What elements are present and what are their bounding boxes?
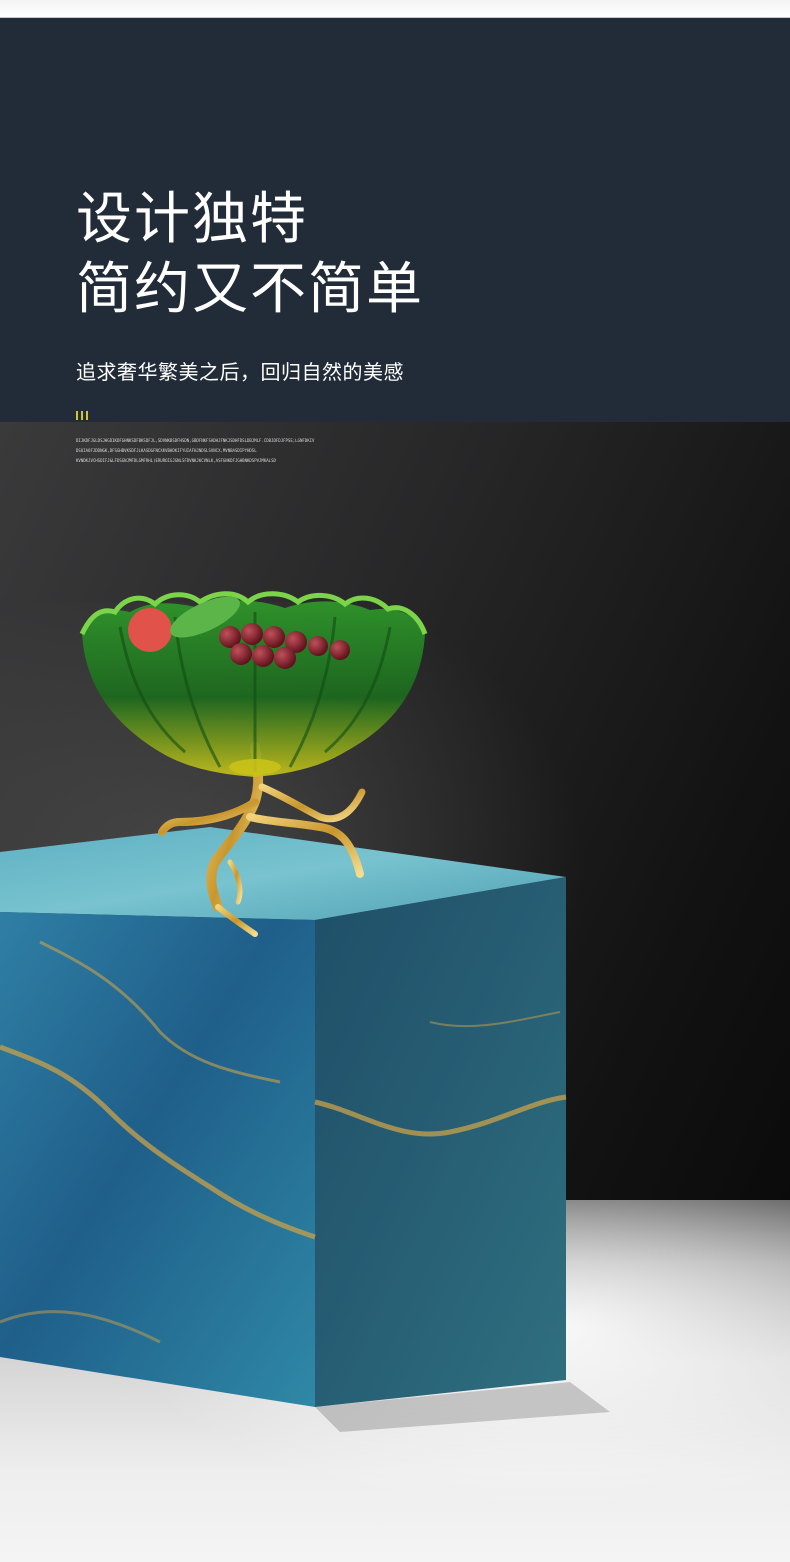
header-section: 设计独特 简约又不简单 追求奢华繁美之后，回归自然的美感 (0, 18, 790, 422)
subtitle: 追求奢华繁美之后，回归自然的美感 (76, 360, 404, 384)
glass-fruit-bowl (79, 591, 428, 777)
product-scene: DIJKDFJGLDSJHGDIKDFGHNKSDFBKSDFJL,SDVNKB… (0, 422, 790, 1562)
accent-bars-icon (76, 411, 96, 421)
headline-line-2: 简约又不简单 (76, 257, 424, 322)
top-strip (0, 0, 790, 18)
headline-line-1: 设计独特 (76, 187, 308, 252)
marble-pedestal (0, 827, 567, 1407)
scene-illustration (0, 591, 610, 1432)
